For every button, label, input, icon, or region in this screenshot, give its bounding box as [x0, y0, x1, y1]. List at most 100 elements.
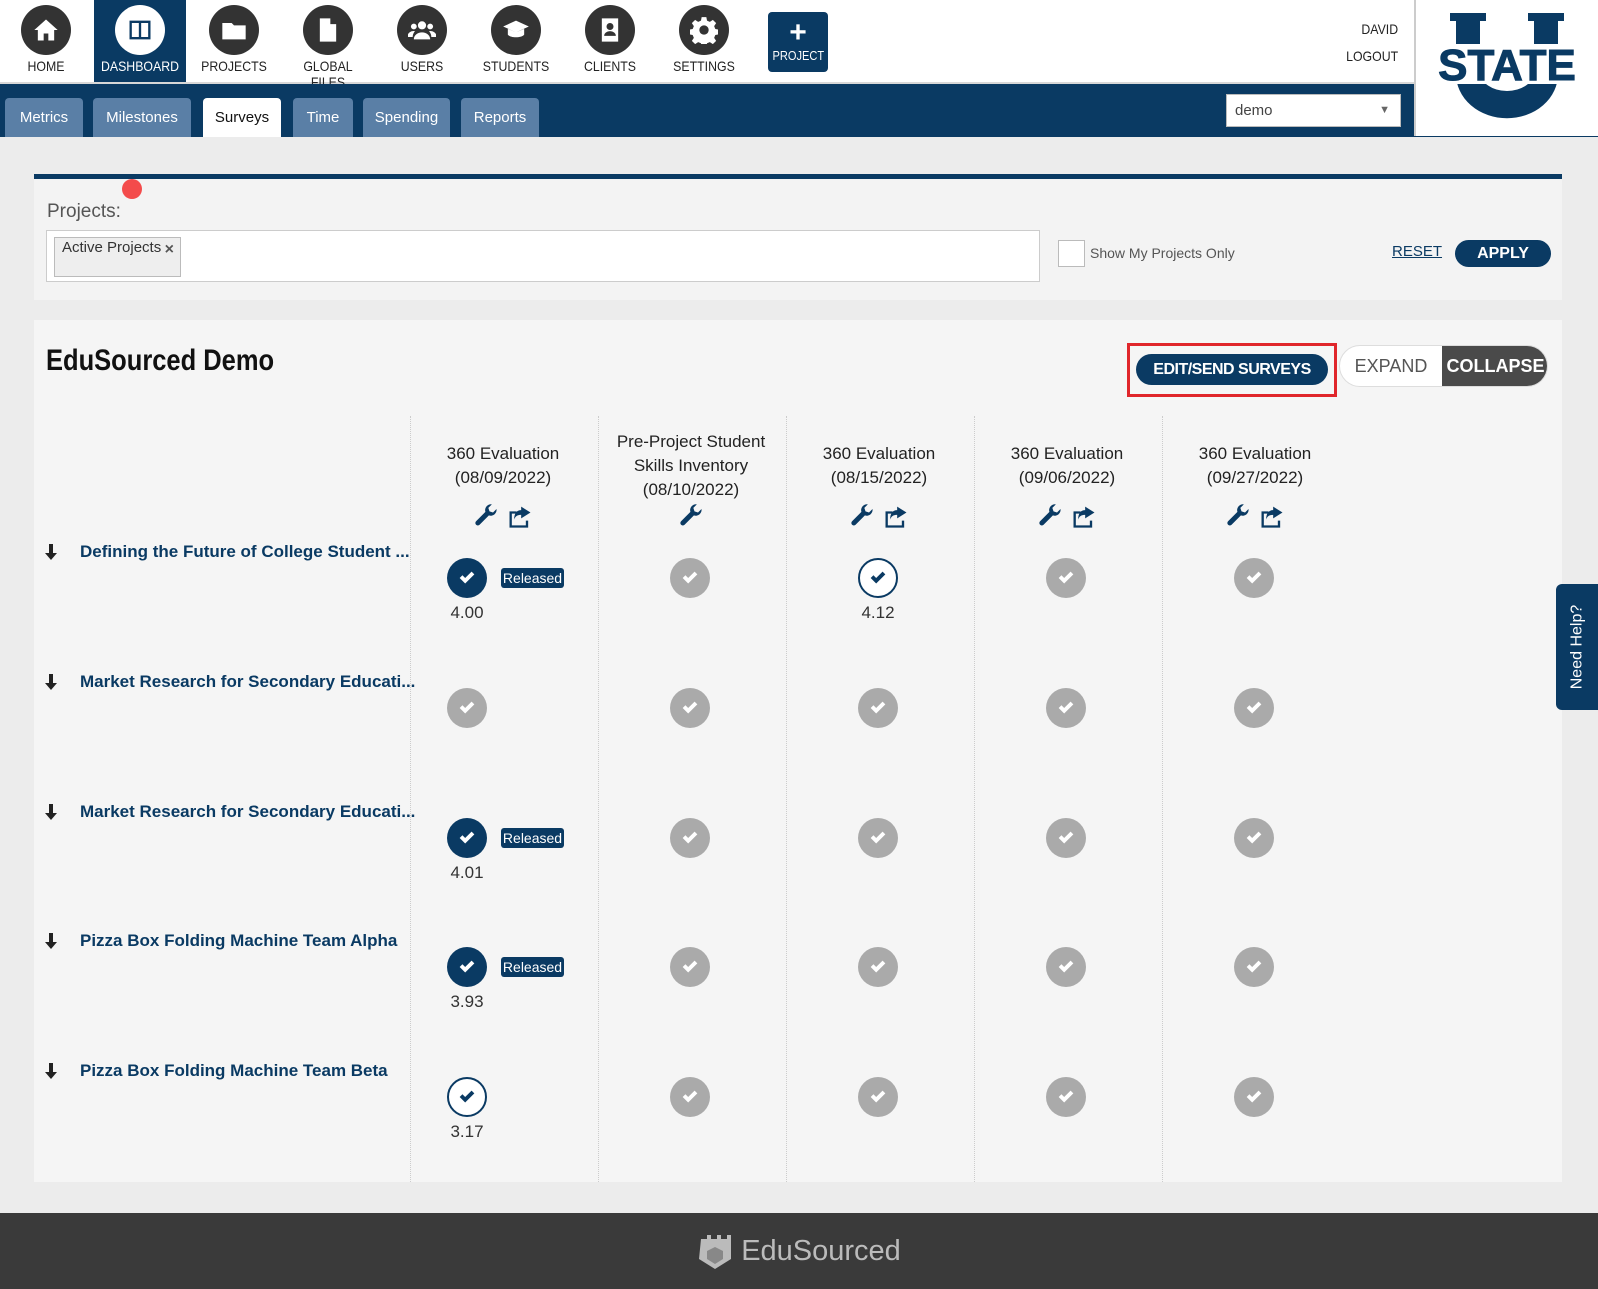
down-arrow-icon	[45, 933, 57, 949]
footer-brand: EduSourced	[741, 1234, 901, 1267]
survey-column: 360 Evaluation (08/15/2022)	[786, 416, 970, 1182]
tab-surveys[interactable]: Surveys	[203, 98, 281, 137]
project-name-link[interactable]: Defining the Future of College Student .…	[80, 542, 410, 562]
university-logo[interactable]: STATE	[1414, 0, 1598, 136]
survey-column-header: 360 Evaluation (09/27/2022)	[1163, 442, 1347, 490]
survey-not-started-cell[interactable]	[1046, 558, 1086, 598]
survey-title-line: (08/15/2022)	[830, 468, 928, 487]
company-select[interactable]: demo ▼	[1226, 94, 1401, 127]
survey-not-started-cell[interactable]	[1234, 947, 1274, 987]
nav-projects[interactable]: PROJECTS	[188, 0, 280, 82]
survey-score: 4.00	[450, 603, 484, 622]
show-my-projects-checkbox[interactable]	[1058, 240, 1085, 267]
nav-students[interactable]: STUDENTS	[470, 0, 562, 82]
tab-spending[interactable]: Spending	[363, 98, 450, 137]
survey-title-line: (09/06/2022)	[1018, 468, 1116, 487]
survey-not-started-cell[interactable]	[858, 688, 898, 728]
survey-not-started-cell[interactable]	[670, 688, 710, 728]
down-arrow-icon	[45, 804, 57, 820]
survey-not-started-cell[interactable]	[858, 818, 898, 858]
logo-text: STATE	[1438, 41, 1576, 90]
projects-tag-input[interactable]: Active Projects ×	[46, 230, 1040, 282]
nav-label: STUDENTS	[482, 58, 550, 74]
nav-dashboard[interactable]: DASHBOARD	[94, 0, 186, 82]
logout-link[interactable]: LOGOUT	[1346, 43, 1398, 70]
expand-button[interactable]: EXPAND	[1340, 346, 1442, 386]
nav-users[interactable]: USERS	[376, 0, 468, 82]
add-project-button[interactable]: + PROJECT	[768, 12, 828, 72]
row-expand-arrow-icon[interactable]	[44, 544, 58, 565]
down-arrow-icon	[45, 674, 57, 690]
survey-not-started-cell[interactable]	[858, 947, 898, 987]
nav-label: HOME	[27, 58, 65, 74]
wrench-icon[interactable]	[848, 502, 876, 530]
need-help-button[interactable]: Need Help?	[1556, 584, 1598, 710]
survey-not-started-cell[interactable]	[1234, 558, 1274, 598]
survey-column-header: 360 Evaluation (09/06/2022)	[975, 442, 1159, 490]
survey-title-line: Skills Inventory	[633, 456, 749, 475]
check-icon	[1058, 831, 1074, 844]
apply-button[interactable]: APPLY	[1455, 240, 1551, 267]
survey-open-cell[interactable]	[447, 1077, 487, 1117]
project-name-link[interactable]: Market Research for Secondary Educati...	[80, 802, 415, 822]
survey-not-started-cell[interactable]	[1046, 1077, 1086, 1117]
share-icon[interactable]	[506, 502, 534, 530]
survey-not-started-cell[interactable]	[1046, 947, 1086, 987]
survey-not-started-cell[interactable]	[1046, 818, 1086, 858]
share-icon[interactable]	[1070, 502, 1098, 530]
survey-not-started-cell[interactable]	[1046, 688, 1086, 728]
survey-not-started-cell[interactable]	[670, 558, 710, 598]
survey-complete-cell[interactable]	[447, 558, 487, 598]
row-expand-arrow-icon[interactable]	[44, 804, 58, 825]
nav-clients[interactable]: CLIENTS	[564, 0, 656, 82]
wrench-icon[interactable]	[677, 502, 705, 530]
project-name-link[interactable]: Pizza Box Folding Machine Team Beta	[80, 1061, 388, 1081]
edit-send-highlight: EDIT/SEND SURVEYS	[1127, 343, 1337, 397]
close-icon[interactable]: ×	[165, 242, 174, 258]
survey-column-header: Pre-Project Student Skills Inventory (08/1…	[599, 430, 783, 502]
edit-send-surveys-button[interactable]: EDIT/SEND SURVEYS	[1136, 354, 1328, 385]
survey-not-started-cell[interactable]	[858, 1077, 898, 1117]
nav-home[interactable]: HOME	[0, 0, 92, 82]
tab-metrics[interactable]: Metrics	[5, 98, 83, 137]
released-badge: Released	[501, 568, 564, 588]
tab-reports[interactable]: Reports	[461, 98, 539, 137]
nav-global-files[interactable]: GLOBAL FILES	[282, 0, 374, 90]
survey-complete-cell[interactable]	[447, 818, 487, 858]
check-icon	[1246, 831, 1262, 844]
tab-time[interactable]: Time	[293, 98, 353, 137]
folder-icon	[209, 5, 259, 55]
survey-not-started-cell[interactable]	[670, 947, 710, 987]
expand-collapse-toggle: EXPAND COLLAPSE	[1339, 345, 1548, 387]
collapse-button[interactable]: COLLAPSE	[1442, 346, 1547, 386]
wrench-icon[interactable]	[472, 502, 500, 530]
user-name[interactable]: DAVID	[1346, 16, 1398, 43]
project-name-link[interactable]: Market Research for Secondary Educati...	[80, 672, 415, 692]
tab-milestones[interactable]: Milestones	[93, 98, 191, 137]
survey-title-line: 360 Evaluation	[446, 444, 560, 463]
need-help-label: Need Help?	[1568, 604, 1585, 690]
survey-not-started-cell[interactable]	[447, 688, 487, 728]
survey-not-started-cell[interactable]	[670, 1077, 710, 1117]
row-expand-arrow-icon[interactable]	[44, 674, 58, 695]
released-badge: Released	[501, 828, 564, 848]
wrench-icon[interactable]	[1036, 502, 1064, 530]
survey-not-started-cell[interactable]	[1234, 688, 1274, 728]
survey-open-cell[interactable]	[858, 558, 898, 598]
released-badge: Released	[501, 957, 564, 977]
share-icon[interactable]	[1258, 502, 1286, 530]
nav-settings[interactable]: SETTINGS	[658, 0, 750, 82]
survey-not-started-cell[interactable]	[1234, 818, 1274, 858]
share-icon[interactable]	[882, 502, 910, 530]
check-icon	[870, 571, 886, 584]
row-expand-arrow-icon[interactable]	[44, 1063, 58, 1084]
survey-title-line: (08/09/2022)	[454, 468, 552, 487]
project-name-link[interactable]: Pizza Box Folding Machine Team Alpha	[80, 931, 397, 951]
survey-not-started-cell[interactable]	[670, 818, 710, 858]
check-icon	[459, 571, 475, 584]
survey-not-started-cell[interactable]	[1234, 1077, 1274, 1117]
reset-link[interactable]: RESET	[1392, 243, 1442, 260]
row-expand-arrow-icon[interactable]	[44, 933, 58, 954]
wrench-icon[interactable]	[1224, 502, 1252, 530]
survey-complete-cell[interactable]	[447, 947, 487, 987]
